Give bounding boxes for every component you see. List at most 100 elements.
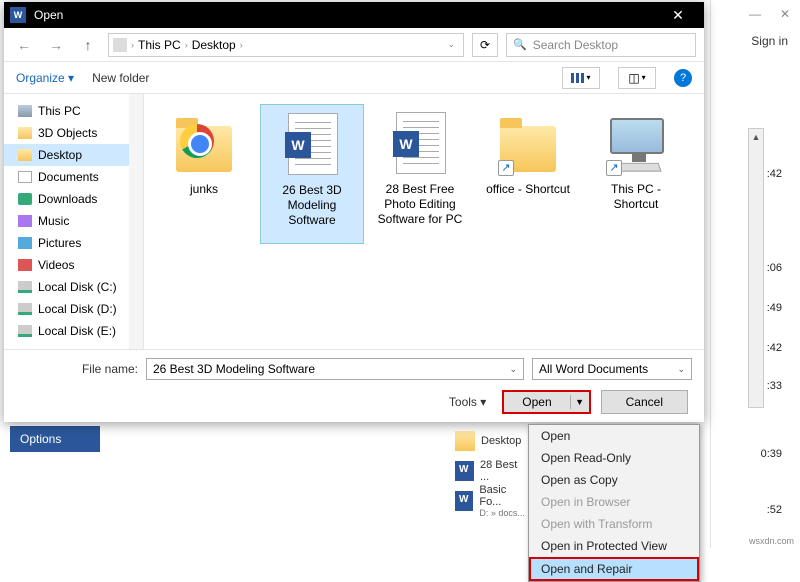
dialog-close-button[interactable]: ✕: [658, 7, 698, 24]
help-button[interactable]: ?: [674, 69, 692, 87]
open-button[interactable]: Open: [504, 395, 570, 409]
menu-item-open-repair[interactable]: Open and Repair: [529, 557, 699, 581]
new-folder-button[interactable]: New folder: [92, 71, 149, 85]
chevron-right-icon: ›: [240, 40, 243, 50]
word-doc-icon: W: [396, 112, 446, 174]
tree-node-label: Local Disk (C:): [38, 280, 117, 294]
signin-link[interactable]: Sign in: [751, 34, 788, 48]
word-icon: [455, 491, 473, 511]
tree-node-icon: [18, 325, 32, 337]
tree-node[interactable]: Local Disk (D:): [4, 298, 143, 320]
tree-node[interactable]: Pictures: [4, 232, 143, 254]
search-placeholder: Search Desktop: [533, 38, 618, 52]
menu-item-open-readonly[interactable]: Open Read-Only: [529, 447, 699, 469]
dialog-toolbar: Organize ▾ New folder ▾ ◫▾ ?: [4, 62, 704, 94]
tree-node[interactable]: Local Disk (E:): [4, 320, 143, 342]
timestamp: :42: [767, 342, 782, 354]
bg-recent-list: Desktop 28 Best ... Basic Fo...D: » docs…: [455, 426, 527, 516]
pc-icon: [113, 38, 127, 52]
file-item-doc[interactable]: W 28 Best Free Photo Editing Software fo…: [368, 104, 472, 244]
dialog-titlebar[interactable]: W Open ✕: [4, 2, 704, 28]
tools-menu[interactable]: Tools ▾: [449, 395, 486, 409]
filename-input[interactable]: 26 Best 3D Modeling Software⌄: [146, 358, 524, 380]
scroll-up-icon[interactable]: ▲: [749, 129, 763, 145]
tree-node-label: Videos: [38, 258, 74, 272]
word-app-icon: W: [10, 7, 26, 23]
open-dropdown-button[interactable]: ▼: [571, 397, 589, 407]
tree-node[interactable]: Documents: [4, 166, 143, 188]
tree-node-icon: [18, 237, 32, 249]
file-list[interactable]: junks W 26 Best 3D Modeling Software W 2…: [144, 94, 704, 349]
timestamp: :06: [767, 262, 782, 274]
filetype-filter[interactable]: All Word Documents⌄: [532, 358, 692, 380]
options-tab[interactable]: Options: [10, 426, 100, 452]
tree-node-icon: [18, 281, 32, 293]
bg-minimize-button[interactable]: —: [740, 0, 770, 28]
organize-menu[interactable]: Organize ▾: [16, 71, 74, 85]
cancel-button[interactable]: Cancel: [601, 390, 688, 414]
filename-label: File name:: [16, 362, 138, 376]
chevron-right-icon: ›: [131, 40, 134, 50]
timestamp: :49: [767, 302, 782, 314]
preview-pane-button[interactable]: ◫▾: [618, 67, 656, 89]
file-label: junks: [186, 182, 222, 197]
tree-scrollbar[interactable]: [129, 94, 143, 349]
tree-node-label: Pictures: [38, 236, 81, 250]
chevron-down-icon[interactable]: ⌄: [509, 364, 517, 375]
file-label: This PC - Shortcut: [584, 182, 688, 212]
nav-forward-button[interactable]: →: [44, 37, 68, 53]
timestamp: :33: [767, 380, 782, 392]
tree-node-icon: [18, 171, 32, 183]
dialog-title: Open: [34, 8, 63, 22]
tree-node-icon: [18, 215, 32, 227]
tree-node-icon: [18, 105, 32, 117]
path-segment[interactable]: This PC: [138, 38, 181, 52]
file-label: 28 Best Free Photo Editing Software for …: [368, 182, 472, 227]
bg-close-button[interactable]: ✕: [770, 0, 800, 28]
nav-tree[interactable]: This PC 3D Objects Desktop Documents Downloa…: [4, 94, 144, 349]
tree-node[interactable]: Music: [4, 210, 143, 232]
watermark: wsxdn.com: [749, 536, 794, 546]
chrome-icon: [180, 124, 214, 158]
tree-node-label: Music: [38, 214, 69, 228]
tree-node-label: Desktop: [38, 148, 82, 162]
timestamp: 0:39: [761, 448, 782, 460]
timestamp: :42: [767, 168, 782, 180]
tree-node-label: Downloads: [38, 192, 97, 206]
open-split-button[interactable]: Open ▼: [502, 390, 590, 414]
file-item-folder[interactable]: junks: [152, 104, 256, 244]
shortcut-arrow-icon: ↗: [606, 160, 622, 176]
pc-icon: [610, 118, 664, 154]
chevron-down-icon[interactable]: ⌄: [677, 364, 685, 375]
tree-node[interactable]: Videos: [4, 254, 143, 276]
search-input[interactable]: 🔍 Search Desktop: [506, 33, 696, 57]
word-doc-icon: W: [288, 113, 338, 175]
folder-icon: [455, 431, 475, 451]
file-item-doc-selected[interactable]: W 26 Best 3D Modeling Software: [260, 104, 364, 244]
tree-node[interactable]: This PC: [4, 100, 143, 122]
chevron-down-icon[interactable]: ⌄: [447, 39, 459, 50]
tree-node[interactable]: Downloads: [4, 188, 143, 210]
menu-item-open[interactable]: Open: [529, 425, 699, 447]
tree-node[interactable]: Desktop: [4, 144, 143, 166]
open-dropdown-menu: Open Open Read-Only Open as Copy Open in…: [528, 424, 700, 582]
menu-item-open-browser: Open in Browser: [529, 491, 699, 513]
file-item-shortcut[interactable]: ↗ office - Shortcut: [476, 104, 580, 244]
tree-node[interactable]: 3D Objects: [4, 122, 143, 144]
tree-node[interactable]: Local Disk (C:): [4, 276, 143, 298]
tree-node-icon: [18, 127, 32, 139]
nav-back-button[interactable]: ←: [12, 37, 36, 53]
tree-node-label: 3D Objects: [38, 126, 97, 140]
refresh-button[interactable]: ⟳: [472, 33, 498, 57]
background-app: — ✕ Sign in ▲ :42 :06 :49 :42 :33 0:39 :…: [710, 0, 800, 548]
path-segment[interactable]: Desktop: [192, 38, 236, 52]
view-mode-button[interactable]: ▾: [562, 67, 600, 89]
address-bar[interactable]: › This PC › Desktop › ⌄: [108, 33, 464, 57]
file-item-shortcut[interactable]: ↗ This PC - Shortcut: [584, 104, 688, 244]
nav-up-button[interactable]: ↑: [76, 37, 100, 53]
menu-item-open-copy[interactable]: Open as Copy: [529, 469, 699, 491]
chevron-right-icon: ›: [185, 40, 188, 50]
bg-scrollbar[interactable]: ▲: [748, 128, 764, 408]
menu-item-open-protected[interactable]: Open in Protected View: [529, 535, 699, 557]
dialog-bottombar: File name: 26 Best 3D Modeling Software⌄…: [4, 349, 704, 422]
